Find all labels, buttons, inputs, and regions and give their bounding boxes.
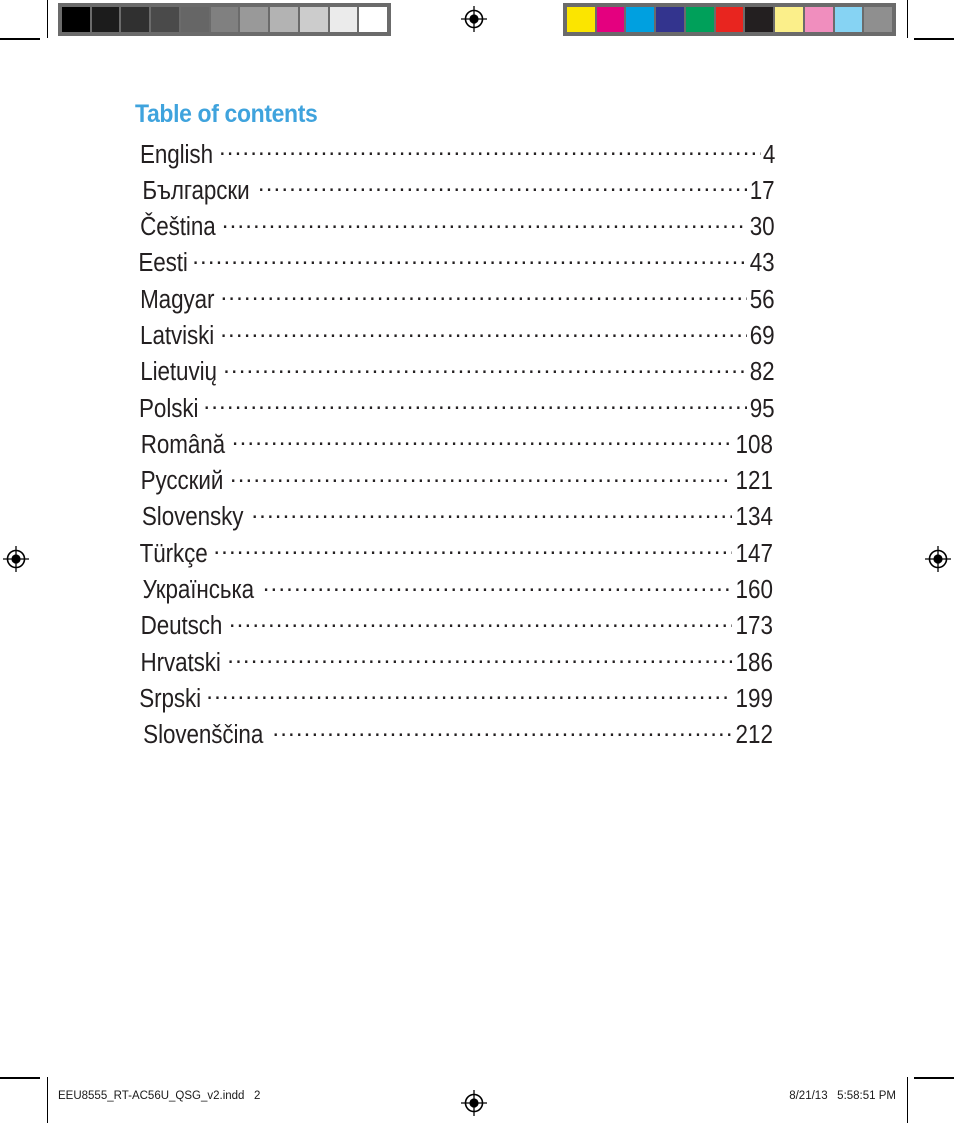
toc-entry-page-number: 108 — [736, 430, 774, 459]
toc-entry-page-number: 17 — [749, 176, 775, 205]
toc-entry-language: Hrvatski — [140, 648, 221, 677]
toc-entry-language: Română — [140, 430, 226, 459]
toc-entry-page-number: 121 — [736, 467, 774, 496]
toc-entry[interactable]: Polski 95 — [135, 391, 776, 427]
toc-dot-leader — [251, 500, 732, 526]
toc-dot-leader — [220, 318, 746, 344]
toc-entry[interactable]: Türkçe 147 — [135, 536, 776, 572]
toc-dot-leader — [263, 573, 733, 599]
toc-entry-language: Türkçe — [139, 539, 208, 568]
toc-entry[interactable]: Magyar 56 — [135, 282, 776, 318]
toc-entry-language: Русский — [140, 467, 224, 496]
toc-entry-page-number: 160 — [736, 576, 774, 605]
toc-dot-leader — [206, 681, 732, 707]
toc-entry-page-number: 56 — [749, 285, 775, 314]
footer-filename: EEU8555_RT-AC56U_QSG_v2.indd 2 — [58, 1090, 261, 1102]
toc-entry[interactable]: Українська 160 — [135, 573, 776, 609]
toc-entry[interactable]: Български 17 — [135, 173, 776, 209]
toc-dot-leader — [220, 282, 746, 308]
toc-entry[interactable]: Slovensky 134 — [135, 500, 776, 536]
page-footer: EEU8555_RT-AC56U_QSG_v2.indd 2 8/21/13 5… — [0, 1090, 954, 1114]
toc-entry-page-number: 134 — [736, 503, 774, 532]
toc-entry-language: English — [139, 140, 213, 169]
toc-dot-leader — [272, 718, 732, 744]
toc-dot-leader — [232, 427, 733, 453]
toc-dot-leader — [230, 464, 733, 490]
toc-entry[interactable]: Hrvatski 186 — [135, 645, 776, 681]
toc-entry-language: Čeština — [140, 213, 216, 242]
toc-entry[interactable]: Latviski 69 — [135, 318, 776, 354]
toc-entry[interactable]: Eesti 43 — [135, 246, 776, 282]
toc-entry[interactable]: Čeština 30 — [135, 210, 776, 246]
toc-entry-language: Slovensky — [141, 503, 244, 532]
toc-entry-language: Lietuvių — [140, 358, 217, 387]
toc-entry-language: Magyar — [140, 285, 215, 314]
toc-entry-page-number: 82 — [749, 358, 775, 387]
toc-entry-page-number: 199 — [736, 684, 774, 713]
toc-entry[interactable]: Română 108 — [135, 427, 776, 463]
toc-entry-language: Slovenščina — [143, 721, 264, 750]
toc-entry[interactable]: Slovenščina 212 — [135, 718, 776, 754]
toc-entry-language: Srpski — [139, 684, 202, 713]
toc-entry-language: Български — [142, 176, 250, 205]
toc-dot-leader — [227, 645, 732, 671]
toc-entry[interactable]: English 4 — [135, 137, 776, 173]
toc-entry-page-number: 43 — [749, 249, 775, 278]
toc-entry-page-number: 30 — [749, 213, 775, 242]
toc-entry-page-number: 212 — [736, 721, 774, 750]
toc-entry-language: Deutsch — [140, 612, 223, 641]
toc-entry[interactable]: Deutsch 173 — [135, 609, 776, 645]
table-of-contents-list: English 4 Български 17 Čeština 30 Eesti 43 Magya… — [135, 137, 776, 754]
toc-dot-leader — [192, 246, 746, 272]
toc-entry-language: Polski — [139, 394, 199, 423]
toc-entry-language: Eesti — [138, 249, 188, 278]
toc-entry[interactable]: Русский 121 — [135, 464, 776, 500]
toc-entry-page-number: 147 — [736, 539, 774, 568]
toc-entry-page-number: 69 — [749, 321, 775, 350]
toc-dot-leader — [222, 210, 747, 236]
toc-entry-page-number: 95 — [749, 394, 775, 423]
toc-entry[interactable]: Lietuvių 82 — [135, 355, 776, 391]
toc-dot-leader — [229, 609, 733, 635]
toc-entry-page-number: 186 — [736, 648, 774, 677]
footer-timestamp: 8/21/13 5:58:51 PM — [789, 1090, 896, 1102]
toc-entry-language: Latviski — [140, 321, 215, 350]
page-content: Table of contents English 4 Български 17 Češ… — [0, 0, 954, 1123]
toc-dot-leader — [258, 173, 747, 199]
toc-dot-leader — [203, 391, 746, 417]
toc-dot-leader — [223, 355, 747, 381]
toc-dot-leader — [213, 536, 732, 562]
toc-entry-page-number: 173 — [736, 612, 774, 641]
toc-entry-page-number: 4 — [762, 140, 776, 169]
toc-dot-leader — [219, 137, 761, 163]
page-title: Table of contents — [135, 100, 318, 128]
toc-entry-language: Українська — [142, 576, 255, 605]
toc-entry[interactable]: Srpski 199 — [135, 681, 776, 717]
